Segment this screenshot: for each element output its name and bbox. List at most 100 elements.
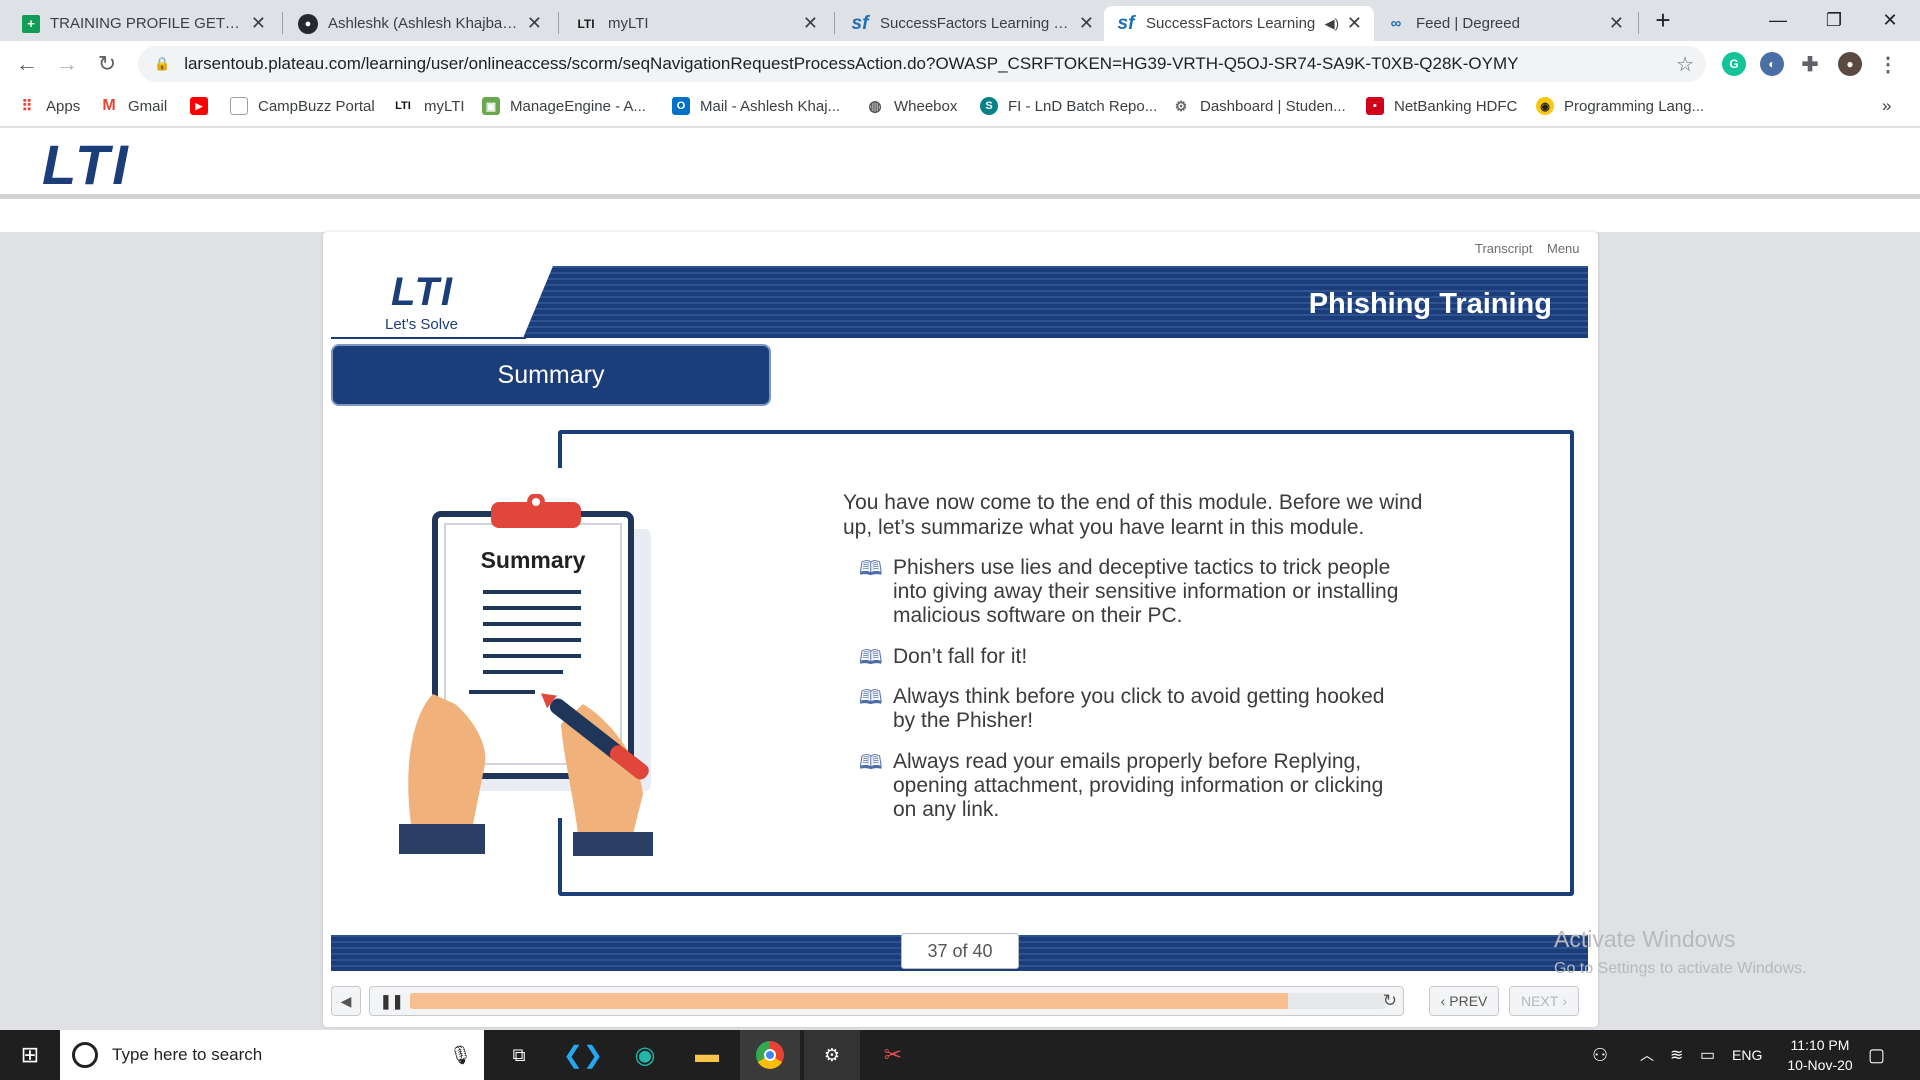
microphone-icon[interactable]: 🎙 [449,1045,472,1066]
replay-icon[interactable]: ↻ [1383,991,1397,1011]
bookmark-manageengine[interactable]: ▣ ManageEngine - A... [482,87,646,125]
programming-icon: ◉ [1536,97,1554,115]
prev-label: PREV [1449,993,1488,1009]
chrome-menu-icon[interactable]: ⋮ [1876,52,1900,76]
tagline: Let's Solve [385,316,458,333]
extensions-puzzle-icon[interactable]: ✚ [1798,52,1822,76]
restore-icon[interactable]: ❐ [1806,0,1862,41]
logo-underline [331,337,526,339]
close-icon[interactable]: ✕ [1079,13,1094,34]
transcript-link[interactable]: Transcript [1475,241,1532,256]
progress-bar[interactable]: ❚❚ ↻ [369,986,1404,1016]
bookmark-hdfc[interactable]: ▪ NetBanking HDFC [1366,87,1517,125]
bookmark-wheebox[interactable]: ◍ Wheebox [866,87,957,125]
task-view-icon[interactable]: ⧉ [502,1038,536,1072]
bookmarks-overflow-button[interactable]: » [1882,87,1891,125]
minimize-icon[interactable]: — [1750,0,1806,41]
bullet-line: Always think before you click to avoid g… [893,685,1385,708]
sf-icon: sf [851,12,869,34]
crest-icon: ⚙ [1174,97,1188,114]
apps-grid-icon: ⠿ [21,98,33,115]
clock-time: 11:10 PM [1790,1037,1850,1053]
close-icon[interactable]: ✕ [251,13,266,34]
tab-separator [558,12,559,34]
window-close-icon[interactable]: ✕ [1862,0,1918,41]
intro-text: You have now come to the end of this mod… [843,490,1422,540]
next-button[interactable]: NEXT › [1509,986,1579,1016]
new-tab-button[interactable]: + [1640,0,1686,41]
profile-avatar[interactable]: ● [1838,52,1862,76]
degreed-icon: ∞ [1390,15,1402,32]
bookmark-gmail[interactable]: M Gmail [100,87,167,125]
windows-taskbar: ⊞ Type here to search 🎙 ⧉ ❮❯ ◉ ▬ ⚙ ✂ ⚇ ︿… [0,1030,1920,1080]
tab-training-profile[interactable]: + TRAINING PROFILE GET 881 - ✕ [10,6,278,41]
tab-github[interactable]: ● Ashleshk (Ashlesh Khajbage) ✕ [286,6,554,41]
reload-icon[interactable]: ↻ [92,49,122,79]
settings-app-icon[interactable]: ⚙ [804,1030,860,1080]
bookmark-programming[interactable]: ◉ Programming Lang... [1536,87,1704,125]
address-bar[interactable]: 🔒 larsentoub.plateau.com/learning/user/o… [138,46,1706,82]
bookmark-label: Programming Lang... [1564,97,1705,115]
battery-icon[interactable]: ▭ [1700,1030,1715,1080]
close-icon[interactable]: ✕ [1609,13,1624,34]
bookmark-apps[interactable]: ⠿ Apps [18,87,81,125]
bookmark-star-icon[interactable]: ☆ [1676,52,1694,77]
hdfc-icon: ▪ [1366,97,1384,115]
chevron-up-icon[interactable]: ︿ [1640,1030,1654,1080]
mute-button[interactable]: ◀ [331,986,361,1016]
bookmark-label: NetBanking HDFC [1394,97,1518,115]
browser-tab-strip: + TRAINING PROFILE GET 881 - ✕ ● Ashlesh… [0,0,1920,41]
chevron-right-icon: › [1562,993,1567,1009]
extension-icon[interactable]: ◐ [1760,52,1784,76]
lock-icon[interactable]: 🔒 [154,56,170,72]
close-icon[interactable]: ✕ [527,13,542,34]
people-icon[interactable]: ⚇ [1592,1030,1608,1080]
wifi-icon[interactable]: ≋ [1670,1030,1683,1080]
bookmark-mylti[interactable]: LTI myLTI [392,87,464,125]
close-icon[interactable]: ✕ [1347,13,1362,34]
paper-line [483,654,581,658]
manageengine-icon: ▣ [482,97,500,115]
globe-icon: ◍ [868,98,882,115]
bookmark-mail[interactable]: O Mail - Ashlesh Khaj... [672,87,840,125]
snip-tool-icon[interactable]: ✂ [876,1038,910,1072]
language-indicator[interactable]: ENG [1732,1030,1762,1080]
bullet-line: Always read your emails properly before … [893,750,1362,773]
grammarly-icon[interactable]: G [1722,52,1746,76]
speaker-icon[interactable]: ◀) [1325,16,1339,32]
tab-successfactors-active[interactable]: sf SuccessFactors Learning ◀) ✕ [1104,6,1374,41]
bullet-line: by the Phisher! [893,709,1034,732]
edge-icon[interactable]: ◉ [628,1038,662,1072]
bookmark-dashboard[interactable]: ⚙ Dashboard | Studen... [1172,87,1346,125]
summary-bullet: 🕮 Don’t fall for it! [859,645,1453,669]
tab-degreed[interactable]: ∞ Feed | Degreed ✕ [1374,6,1636,41]
bookmark-youtube[interactable]: ▶ [190,87,218,125]
pause-icon[interactable]: ❚❚ [380,993,403,1010]
site-logo[interactable]: LTI [42,132,131,197]
tab-successfactors-1[interactable]: sf SuccessFactors Learning → L ✕ [838,6,1106,41]
player-logo: LTI Let's Solve [331,266,526,339]
lti-logo-text: LTI [391,270,455,314]
bookmark-fi-lnd[interactable]: S FI - LnD Batch Repo... [980,87,1157,125]
tab-separator [282,12,283,34]
tab-mylti[interactable]: LTI myLTI ✕ [562,6,830,41]
bookmarks-bar: ⠿ Apps M Gmail ▶ CampBuzz Portal LTI myL… [0,87,1920,127]
forward-arrow-icon[interactable]: → [52,49,82,79]
progress-track[interactable] [410,993,1385,1009]
prev-button[interactable]: ‹ PREV [1429,986,1499,1016]
vscode-icon[interactable]: ❮❯ [563,1038,603,1072]
clipboard-title: Summary [481,547,586,573]
notifications-icon[interactable]: ▢ [1868,1030,1885,1080]
clock[interactable]: 11:10 PM 10-Nov-20 [1772,1030,1868,1080]
windows-start-icon[interactable]: ⊞ [13,1038,47,1072]
menu-link[interactable]: Menu [1547,241,1580,256]
bookmark-label: Apps [46,97,81,115]
back-arrow-icon[interactable]: ← [12,49,42,79]
file-explorer-icon[interactable]: ▬ [690,1038,724,1072]
close-icon[interactable]: ✕ [803,13,818,34]
bookmark-campbuzz[interactable]: CampBuzz Portal [230,87,375,125]
taskbar-search[interactable]: Type here to search 🎙 [60,1030,484,1080]
bullet-line: Phishers use lies and deceptive tactics … [893,556,1391,579]
youtube-icon: ▶ [190,97,208,115]
chrome-taskbar-button[interactable] [740,1030,800,1080]
